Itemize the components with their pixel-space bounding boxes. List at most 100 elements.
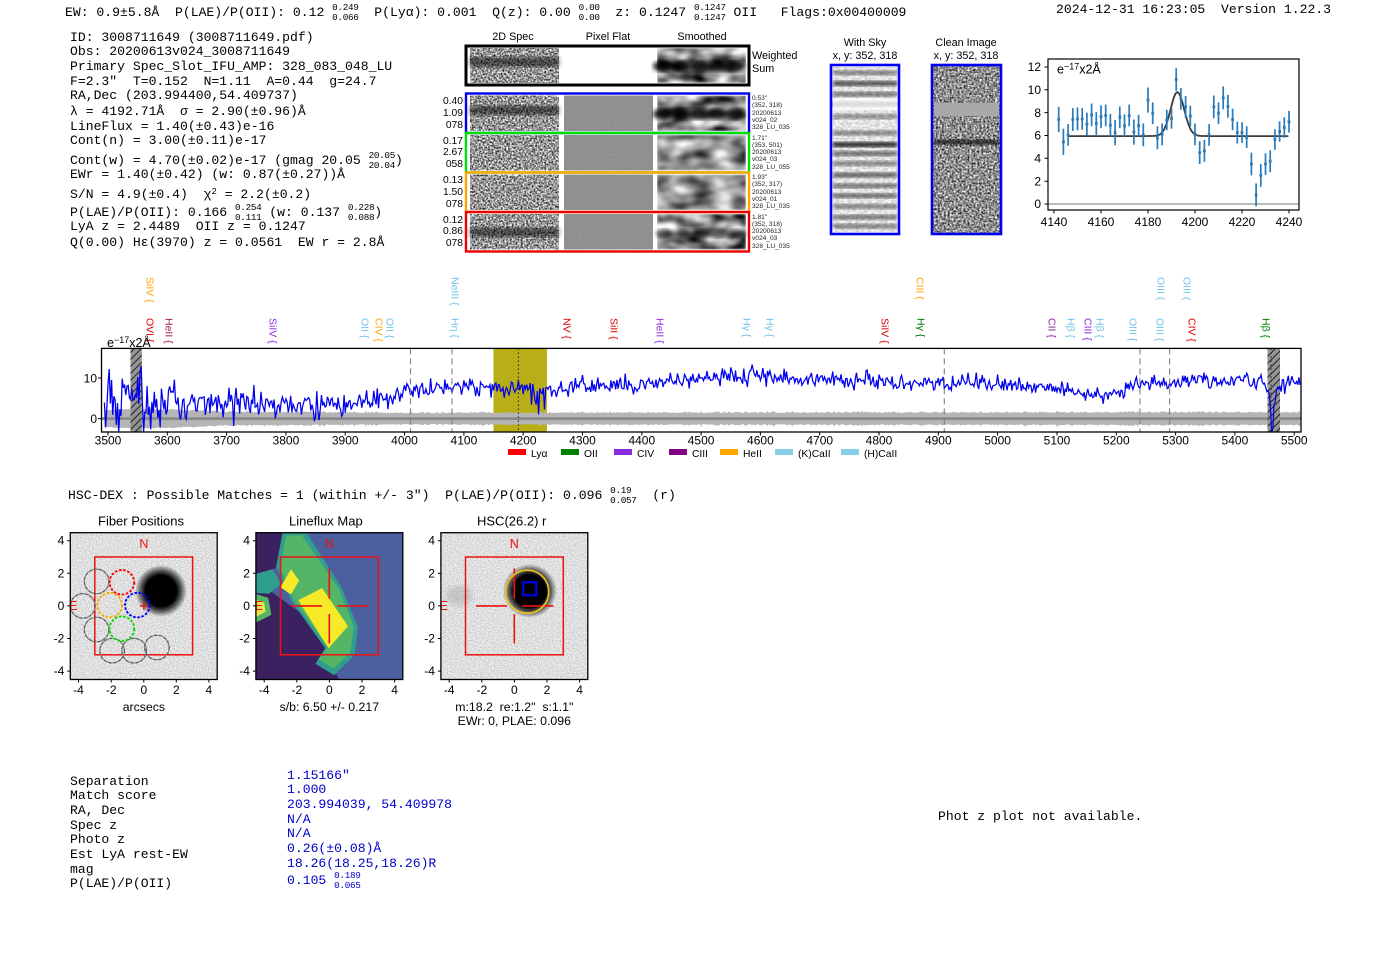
svg-text:5300: 5300 [1162,434,1189,448]
svg-text:4180: 4180 [1135,215,1162,229]
svg-text:4100: 4100 [451,434,478,448]
svg-text:0: 0 [511,683,518,697]
svg-text:5500: 5500 [1281,434,1308,448]
svg-text:4700: 4700 [806,434,833,448]
svg-text:3700: 3700 [213,434,240,448]
svg-text:-4: -4 [239,664,250,678]
svg-text:SiII {: SiII { [608,318,620,340]
svg-text:2: 2 [544,683,551,697]
svg-text:2: 2 [58,566,65,580]
svg-text:EWr: 0, PLAE: 0.096: EWr: 0, PLAE: 0.096 [458,714,571,728]
svg-text:2: 2 [243,566,250,580]
svg-text:-2: -2 [424,632,435,646]
svg-text:0: 0 [326,683,333,697]
svg-text:4: 4 [58,534,65,548]
svg-text:8: 8 [1034,106,1041,120]
svg-text:4600: 4600 [747,434,774,448]
svg-text:4160: 4160 [1088,215,1115,229]
svg-text:(K)CaII: (K)CaII [798,449,831,460]
svg-text:CII {: CII { [1046,318,1058,338]
svg-text:m:18.2 re:1.2" s:1.1": m:18.2 re:1.2" s:1.1" [455,700,573,714]
svg-text:s/b: 6.50 +/- 0.217: s/b: 6.50 +/- 0.217 [280,700,380,714]
svg-text:4800: 4800 [866,434,893,448]
svg-text:CIV {: CIV { [373,318,385,342]
svg-text:Hβ {: Hβ { [1065,318,1077,339]
svg-text:N: N [139,537,148,551]
svg-text:Hγ {: Hγ { [915,318,927,338]
svg-text:0: 0 [58,599,65,613]
svg-text:4400: 4400 [628,434,655,448]
svg-text:5000: 5000 [984,434,1011,448]
svg-text:4500: 4500 [688,434,715,448]
svg-text:HeII {: HeII { [163,318,175,344]
svg-text:10: 10 [1028,83,1042,97]
svg-text:0: 0 [243,599,250,613]
svg-text:4: 4 [206,683,213,697]
svg-text:3600: 3600 [154,434,181,448]
svg-text:-2: -2 [239,632,250,646]
svg-text:4200: 4200 [1182,215,1209,229]
svg-text:CIV {: CIV { [1186,318,1198,342]
svg-text:NeIII {: NeIII { [449,277,461,306]
svg-text:NV {: NV { [561,318,573,340]
svg-text:OIII {: OIII { [1127,318,1139,342]
svg-text:HeII: HeII [743,449,762,460]
svg-text:CIV: CIV [637,449,654,460]
svg-text:-4: -4 [424,664,435,678]
svg-text:SiIV {: SiIV { [267,318,279,344]
svg-text:5200: 5200 [1103,434,1130,448]
svg-text:HSC(26.2) r: HSC(26.2) r [477,514,547,529]
svg-text:4200: 4200 [510,434,537,448]
svg-text:0: 0 [428,599,435,613]
svg-text:e−17x2Å: e−17x2Å [107,335,151,350]
svg-text:5400: 5400 [1222,434,1249,448]
svg-text:4: 4 [428,534,435,548]
svg-text:Hγ {: Hγ { [764,318,776,338]
svg-text:SiIV {: SiIV { [144,277,156,303]
svg-text:Lineflux Map: Lineflux Map [289,514,363,529]
svg-text:OIII {: OIII { [1154,318,1166,342]
svg-text:-2: -2 [291,683,302,697]
svg-text:4000: 4000 [391,434,418,448]
svg-text:Hγ {: Hγ { [741,318,753,338]
svg-text:4: 4 [576,683,583,697]
svg-text:2: 2 [359,683,366,697]
svg-text:4140: 4140 [1041,215,1068,229]
svg-text:OII {: OII { [359,318,371,339]
svg-text:6: 6 [1034,129,1041,143]
svg-text:5100: 5100 [1044,434,1071,448]
svg-text:0: 0 [140,683,147,697]
svg-text:(H)CaII: (H)CaII [864,449,897,460]
svg-text:4: 4 [391,683,398,697]
svg-text:4: 4 [243,534,250,548]
svg-text:Lyα: Lyα [531,449,547,460]
svg-text:10: 10 [84,372,98,386]
svg-text:-2: -2 [476,683,487,697]
svg-text:OIII (: OIII ( [1181,277,1193,301]
svg-text:HeII {: HeII { [654,318,666,344]
svg-text:Hβ {: Hβ { [1094,318,1106,339]
svg-text:Hβ {: Hβ { [1260,318,1272,339]
svg-text:CIII {: CIII { [1082,318,1094,341]
svg-text:-4: -4 [54,664,65,678]
svg-text:Fiber Positions: Fiber Positions [98,514,184,529]
svg-text:-2: -2 [54,632,65,646]
svg-text:4220: 4220 [1229,215,1256,229]
svg-text:CIII (: CIII ( [914,277,926,300]
svg-text:-4: -4 [259,683,270,697]
svg-text:N: N [510,537,519,551]
svg-text:0: 0 [90,412,97,426]
svg-text:0: 0 [1034,197,1041,211]
svg-text:e−17x2Å: e−17x2Å [1057,62,1101,77]
svg-text:CIII: CIII [692,449,708,460]
svg-text:4: 4 [1034,152,1041,166]
svg-text:N: N [325,537,334,551]
svg-text:-4: -4 [444,683,455,697]
svg-text:2: 2 [173,683,180,697]
svg-text:12: 12 [1028,60,1042,74]
svg-text:3800: 3800 [273,434,300,448]
svg-text:arcsecs: arcsecs [123,700,165,714]
svg-text:4900: 4900 [925,434,952,448]
svg-text:OII {: OII { [384,318,396,339]
svg-text:Hη {: Hη { [449,318,461,338]
